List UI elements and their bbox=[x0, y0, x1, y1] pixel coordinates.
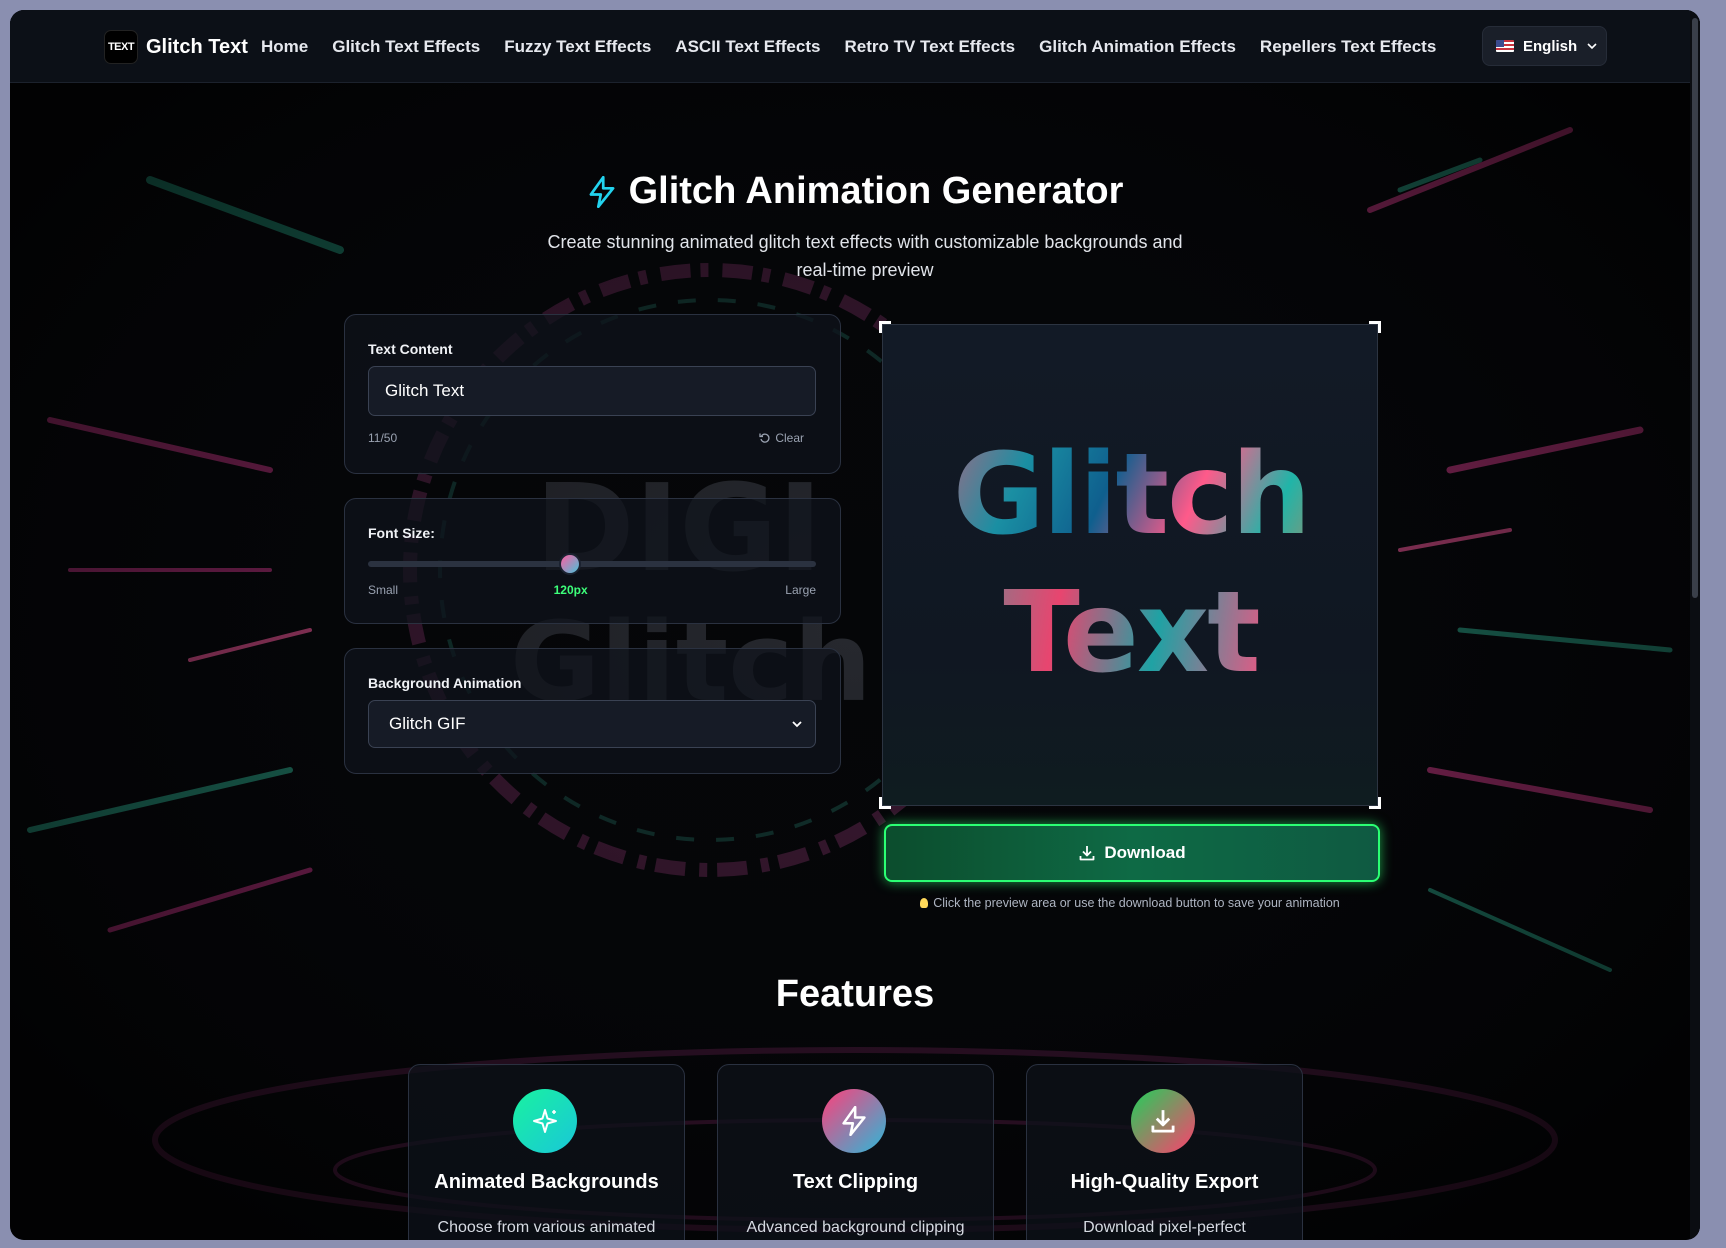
char-counter: 11/50 bbox=[368, 431, 398, 445]
features-heading: Features bbox=[775, 973, 935, 1015]
top-navbar: TEXT Glitch Text Home Glitch Text Effect… bbox=[10, 10, 1700, 83]
scrollbar-thumb[interactable] bbox=[1692, 18, 1698, 598]
feature-card: Animated Backgrounds Choose from various… bbox=[408, 1064, 685, 1240]
font-size-slider[interactable] bbox=[368, 553, 816, 575]
language-label: English bbox=[1523, 37, 1578, 55]
corner-marker bbox=[879, 321, 891, 333]
nav-link-home[interactable]: Home bbox=[261, 37, 308, 57]
download-hint: Click the preview area or use the downlo… bbox=[882, 896, 1378, 910]
clear-button[interactable]: Clear bbox=[759, 431, 804, 445]
us-flag-icon bbox=[1496, 40, 1514, 52]
preview-text-line-2: Text bbox=[883, 577, 1379, 689]
feature-card-desc: Download pixel-perfect screenshots of yo… bbox=[1083, 1219, 1246, 1236]
select-value: Glitch GIF bbox=[389, 714, 466, 733]
background-animation-select[interactable]: Glitch GIF bbox=[368, 700, 816, 748]
slider-max-label: Large bbox=[785, 583, 816, 597]
feature-card-title: High-Quality Export bbox=[1070, 1171, 1259, 1193]
preview-text-line-1: Glitch bbox=[883, 439, 1379, 551]
download-icon bbox=[1131, 1089, 1195, 1153]
page-subtitle: Create stunning animated glitch text eff… bbox=[547, 232, 1183, 280]
clear-label: Clear bbox=[775, 431, 804, 445]
nav-link-glitch-text-effects[interactable]: Glitch Text Effects bbox=[332, 37, 480, 57]
background-animation-label: Background Animation bbox=[368, 675, 522, 691]
text-content-input[interactable]: Glitch Text bbox=[368, 366, 816, 416]
slider-thumb[interactable] bbox=[558, 553, 581, 575]
feature-card: Text Clipping Advanced background clippi… bbox=[717, 1064, 994, 1240]
corner-marker bbox=[1369, 321, 1381, 333]
feature-card-title: Text Clipping bbox=[792, 1171, 919, 1193]
page-title: Glitch Animation Generator bbox=[10, 170, 1700, 213]
language-selector[interactable]: English bbox=[1482, 26, 1607, 66]
feature-card-title: Animated Backgrounds bbox=[434, 1171, 659, 1193]
download-icon bbox=[1079, 846, 1095, 861]
nav-links: Home Glitch Text Effects Fuzzy Text Effe… bbox=[261, 10, 1460, 83]
nav-link-retro-tv-text-effects[interactable]: Retro TV Text Effects bbox=[844, 37, 1015, 57]
sparkles-icon bbox=[513, 1089, 577, 1153]
bolt-icon bbox=[822, 1089, 886, 1153]
text-content-panel: Text Content Glitch Text 11/50 Clear bbox=[344, 314, 841, 474]
chevron-down-icon bbox=[792, 721, 802, 728]
nav-link-ascii-text-effects[interactable]: ASCII Text Effects bbox=[675, 37, 820, 57]
slider-min-label: Small bbox=[368, 583, 399, 597]
download-label: Download bbox=[1104, 843, 1186, 862]
nav-link-fuzzy-text-effects[interactable]: Fuzzy Text Effects bbox=[504, 37, 651, 57]
background-animation-panel: Background Animation Glitch GIF bbox=[344, 648, 841, 774]
feature-card: High-Quality Export Download pixel-perfe… bbox=[1026, 1064, 1303, 1240]
brand-logo: TEXT bbox=[104, 30, 138, 64]
nav-link-repellers-text-effects[interactable]: Repellers Text Effects bbox=[1260, 37, 1436, 57]
refresh-icon bbox=[759, 433, 770, 443]
preview-area[interactable]: Glitch Text bbox=[879, 321, 1381, 809]
brand-name: Glitch Text bbox=[146, 35, 248, 58]
corner-marker bbox=[879, 797, 891, 809]
bolt-icon bbox=[589, 175, 615, 209]
download-button[interactable]: Download bbox=[884, 824, 1380, 882]
browser-window: DIGI Glitch TEXT Glitch Text Home Glitch… bbox=[10, 10, 1700, 1240]
text-content-label: Text Content bbox=[368, 341, 453, 357]
bulb-icon bbox=[920, 898, 929, 908]
feature-card-desc: Choose from various animated GIF and Web… bbox=[437, 1219, 656, 1236]
font-size-label: Font Size: bbox=[368, 525, 435, 541]
slider-value-label: 120px bbox=[553, 583, 588, 597]
brand-home-link[interactable]: TEXT Glitch Text bbox=[104, 30, 248, 64]
corner-marker bbox=[1369, 797, 1381, 809]
font-size-panel: Font Size: Small 120px Large bbox=[344, 498, 841, 624]
page-title-text: Glitch Animation Generator bbox=[628, 170, 1124, 212]
chevron-down-icon bbox=[1587, 43, 1597, 50]
nav-link-glitch-animation-effects[interactable]: Glitch Animation Effects bbox=[1039, 37, 1236, 57]
download-hint-text: Click the preview area or use the downlo… bbox=[933, 896, 1340, 910]
feature-card-desc: Advanced background clipping creates stu… bbox=[746, 1219, 965, 1236]
